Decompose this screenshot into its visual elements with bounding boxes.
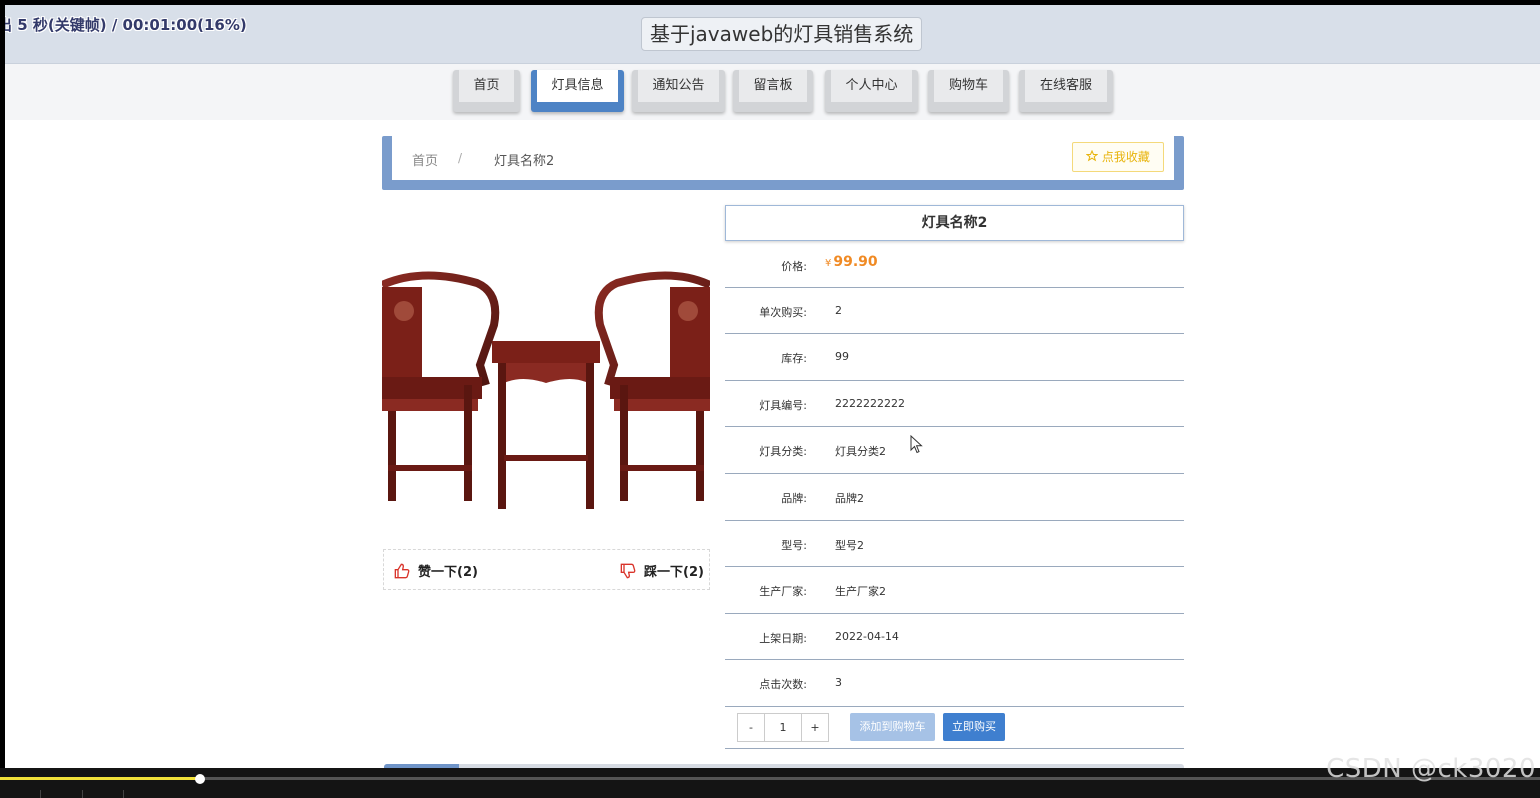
info-value: 生产厂家2 [835, 585, 886, 599]
nav-item-message-board[interactable]: 留言板 [733, 70, 813, 112]
info-value: 2222222222 [835, 396, 905, 410]
progress-handle[interactable] [195, 774, 206, 784]
info-label: 点击次数: [759, 678, 807, 692]
info-row-brand: 品牌: 品牌2 [725, 474, 1184, 521]
watermark: CSDN @ck3020 [1326, 754, 1536, 784]
nav-item-home[interactable]: 首页 [453, 70, 520, 112]
currency-symbol: ¥ [825, 258, 832, 269]
video-progress-bar[interactable] [0, 768, 1540, 798]
info-label: 型号: [781, 538, 807, 552]
info-label: 生产厂家: [759, 585, 807, 599]
price-amount: 99.90 [833, 254, 878, 270]
dislike-button[interactable]: 踩一下(2) [620, 561, 704, 580]
info-row-stock: 库存: 99 [725, 334, 1184, 381]
product-image [382, 271, 710, 509]
like-label: 赞一下(2) [418, 565, 478, 580]
price-value: ¥99.90 [825, 254, 878, 270]
info-value: 型号2 [835, 538, 864, 552]
info-value: 99 [835, 350, 849, 364]
breadcrumb-separator: / [458, 151, 463, 165]
nav-item-online-service[interactable]: 在线客服 [1019, 70, 1113, 112]
vote-box: 赞一下(2) 踩一下(2) [383, 549, 710, 590]
add-to-cart-button[interactable]: 添加到购物车 [850, 712, 935, 741]
info-row-lamp-number: 灯具编号: 2222222222 [725, 381, 1184, 428]
info-label: 上架日期: [759, 631, 807, 645]
progress-track[interactable] [0, 777, 1540, 780]
breadcrumb-current: 灯具名称2 [494, 154, 555, 169]
info-label: 库存: [781, 352, 807, 366]
thumbs-down-icon [620, 563, 636, 578]
thumbs-up-icon [394, 563, 410, 578]
price-label: 价格: [781, 260, 807, 273]
breadcrumb: 首页 / 灯具名称2 点我收藏 [382, 136, 1184, 190]
nav-item-label: 灯具信息 [537, 70, 618, 102]
product-name: 灯具名称2 [725, 205, 1184, 241]
info-label: 灯具分类: [759, 445, 807, 459]
quantity-increase-button[interactable]: + [801, 712, 829, 742]
purchase-row: - 1 + 添加到购物车 立即购买 [725, 707, 1184, 749]
info-label: 灯具编号: [759, 398, 807, 412]
favorite-button[interactable]: 点我收藏 [1072, 142, 1164, 172]
chairs-and-table-icon [382, 271, 710, 509]
price-row: 价格: ¥99.90 [725, 241, 1184, 288]
info-value: 2 [835, 303, 842, 317]
nav-item-label: 首页 [459, 70, 514, 102]
info-label: 单次购买: [759, 305, 807, 319]
info-row-model: 型号: 型号2 [725, 521, 1184, 568]
browser-viewport: 出 5 秒(关键帧) / 00:01:00(16%) 基于javaweb的灯具销… [5, 5, 1540, 768]
info-row-listing-date: 上架日期: 2022-04-14 [725, 614, 1184, 661]
info-value: 3 [835, 676, 842, 690]
nav-item-label: 购物车 [934, 70, 1003, 102]
main-nav: 首页 灯具信息 通知公告 留言板 个人中心 购物车 在线客服 [5, 64, 1540, 120]
info-value: 2022-04-14 [835, 629, 899, 643]
star-icon [1085, 149, 1099, 162]
video-controls [0, 790, 130, 798]
buy-now-button[interactable]: 立即购买 [943, 712, 1005, 741]
info-row-category: 灯具分类: 灯具分类2 [725, 427, 1184, 474]
breadcrumb-inner: 首页 / 灯具名称2 点我收藏 [392, 136, 1174, 180]
site-title: 基于javaweb的灯具销售系统 [641, 17, 923, 51]
dislike-label: 踩一下(2) [644, 565, 704, 580]
like-button[interactable]: 赞一下(2) [394, 561, 478, 580]
site-header: 出 5 秒(关键帧) / 00:01:00(16%) 基于javaweb的灯具销… [5, 5, 1540, 64]
info-value: 灯具分类2 [835, 445, 886, 459]
breadcrumb-home-link[interactable]: 首页 [412, 150, 438, 169]
favorite-label: 点我收藏 [1101, 150, 1150, 164]
nav-item-label: 在线客服 [1025, 70, 1107, 102]
control-divider [123, 790, 124, 798]
control-divider [40, 790, 41, 798]
nav-item-label: 留言板 [739, 70, 807, 102]
info-row-purchase-limit: 单次购买: 2 [725, 288, 1184, 335]
nav-item-personal-center[interactable]: 个人中心 [825, 70, 918, 112]
control-divider [82, 790, 83, 798]
video-overlay-text: 出 5 秒(关键帧) / 00:01:00(16%) [5, 16, 247, 34]
info-row-manufacturer: 生产厂家: 生产厂家2 [725, 567, 1184, 614]
nav-item-cart[interactable]: 购物车 [928, 70, 1009, 112]
quantity-input[interactable]: 1 [764, 712, 802, 742]
nav-item-label: 通知公告 [638, 70, 719, 102]
quantity-decrease-button[interactable]: - [737, 712, 765, 742]
progress-fill [0, 777, 201, 780]
product-info-panel: 灯具名称2 价格: ¥99.90 单次购买: 2 库存: 99 灯具编号: 22… [725, 205, 1184, 749]
info-label: 品牌: [781, 491, 807, 505]
nav-item-notices[interactable]: 通知公告 [632, 70, 725, 112]
info-value: 品牌2 [835, 491, 864, 505]
nav-item-lamp-info[interactable]: 灯具信息 [531, 70, 624, 112]
mouse-cursor-icon [910, 435, 923, 454]
info-row-click-count: 点击次数: 3 [725, 660, 1184, 707]
nav-item-label: 个人中心 [831, 70, 912, 102]
